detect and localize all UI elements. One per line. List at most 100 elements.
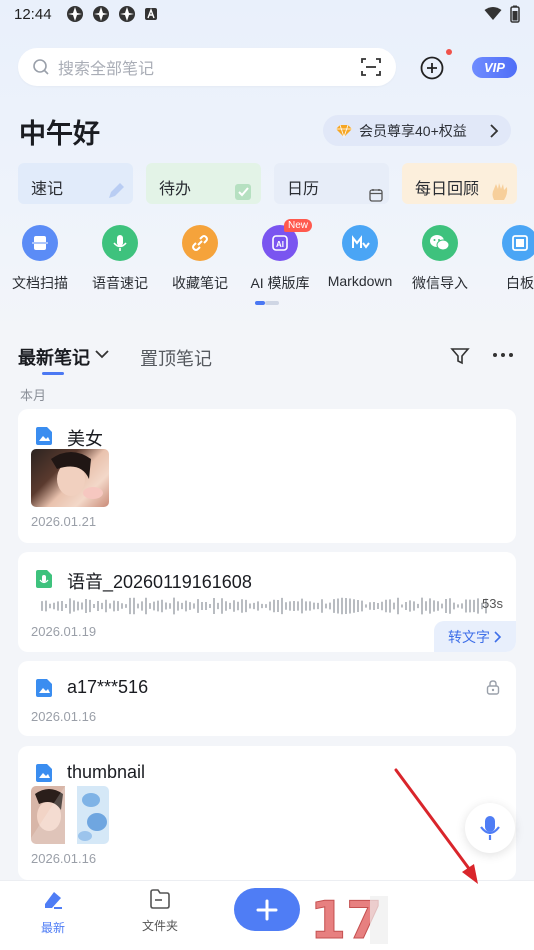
note-date: 2026.01.16 [31,851,97,866]
transcribe-label: 转文字 [448,628,490,645]
check-icon [235,184,251,200]
search-placeholder: 搜索全部笔记 [58,61,155,78]
battery-icon [510,5,520,23]
quick-cards: 速记 待办 日历 每日回顾 [18,163,517,204]
voice-record-button[interactable] [465,803,515,853]
audio-note-icon [36,570,52,588]
tab-pinned-notes[interactable]: 置顶笔记 [140,345,212,371]
search-icon [33,59,49,75]
quick-card-memo[interactable]: 速记 [18,163,133,204]
app-notification-icon [66,6,83,22]
add-circle-icon[interactable] [420,56,444,80]
tool-label: AI 模版库 [250,275,310,291]
notification-dot [446,49,452,55]
quick-card-label: 日历 [287,181,320,198]
markdown-icon [342,225,378,261]
note-date: 2026.01.21 [31,514,97,529]
vip-badge[interactable]: VIP [472,57,517,78]
new-badge: New [284,219,313,232]
note-title: 美女 [67,429,103,449]
system-icons [484,5,520,23]
quick-card-label: 速记 [31,181,64,198]
tool-whiteboard[interactable]: 白板 [480,225,534,293]
note-card[interactable]: a17***516 2026.01.16 [18,661,516,736]
note-thumbnail [31,786,109,844]
note-date: 2026.01.16 [31,709,97,724]
tool-ai-templates[interactable]: AI New AI 模版库 [240,219,320,293]
status-time: 12:44 [14,5,52,23]
note-date: 2026.01.19 [31,624,97,639]
scan-doc-icon [22,225,58,261]
note-card[interactable]: 语音_20260119161608 53s 2026.01.19 转文字 [18,552,516,652]
latest-notes-icon [45,892,62,909]
image-note-icon [36,764,52,782]
nav-label: 文件夹 [141,919,178,933]
tool-markdown[interactable]: Markdown [320,225,400,289]
quick-card-label: 每日回顾 [415,181,480,198]
tool-bookmark[interactable]: 收藏笔记 [160,225,240,293]
hand-icon [492,183,508,200]
status-bar: 12:44 [0,0,534,28]
filter-icon[interactable] [450,346,470,366]
chevron-down-icon[interactable] [95,349,109,359]
plus-icon [256,899,278,920]
scan-icon[interactable] [360,56,382,78]
tools-page-indicator [255,301,279,305]
chevron-right-icon [490,123,499,138]
chevron-right-icon [494,630,502,643]
note-title: 语音_20260119161608 [67,572,252,592]
tool-label: 文档扫描 [12,275,68,291]
audio-duration: 53s [482,596,503,611]
note-title: thumbnail [67,762,146,782]
keyboard-notification-icon [144,8,157,20]
diamond-icon [336,124,352,138]
ai-icon: AI New [262,219,313,261]
note-card[interactable]: 美女 2026.01.21 [18,409,516,543]
link-icon [182,225,218,261]
audio-waveform [41,597,487,615]
search-input[interactable]: 搜索全部笔记 [18,48,396,86]
notification-icons [66,5,158,23]
new-note-button[interactable] [234,888,300,931]
note-thumbnail [31,449,109,507]
lock-icon [486,680,500,695]
note-card[interactable]: thumbnail 2026.01.16 [18,746,516,880]
wechat-icon [422,225,458,261]
quick-card-calendar[interactable]: 日历 [274,163,389,204]
app-notification-icon [118,6,135,22]
quick-card-todo[interactable]: 待办 [146,163,261,204]
mic-icon [480,816,500,840]
month-section-label: 本月 [20,388,47,403]
tool-label: Markdown [327,273,393,289]
tab-indicator [42,372,64,375]
whiteboard-icon [502,225,534,261]
tool-wechat-import[interactable]: 微信导入 [400,225,480,293]
note-title: a17***516 [67,677,149,697]
image-note-icon [36,679,52,697]
svg-text:AI: AI [276,240,284,249]
tool-voice-memo[interactable]: 语音速记 [80,225,160,293]
calendar-icon [369,189,383,202]
watermark-logo: 17 [310,891,388,946]
quick-card-label: 待办 [159,181,192,198]
folder-icon [150,889,170,909]
nav-latest[interactable]: 最新 [23,889,83,936]
more-icon[interactable] [492,352,514,358]
tools-row: 文档扫描 语音速记 收藏笔记 AI New AI 模版库 Markdown 微信… [0,219,534,295]
quick-card-daily-review[interactable]: 每日回顾 [402,163,517,204]
wifi-icon [484,7,502,20]
app-notification-icon [92,6,109,22]
mic-icon [102,225,138,261]
member-promo-button[interactable]: 会员尊享40+权益 [323,115,511,146]
nav-label: 最新 [40,921,65,935]
greeting-title: 中午好 [19,119,100,149]
image-note-icon [36,427,52,445]
tool-label: 白板 [506,275,534,291]
tool-doc-scan[interactable]: 文档扫描 [0,225,80,293]
tool-label: 收藏笔记 [172,275,228,291]
tool-label: 语音速记 [92,275,148,291]
nav-folders[interactable]: 文件夹 [130,889,190,934]
transcribe-button[interactable]: 转文字 [434,621,516,652]
tab-latest-notes[interactable]: 最新笔记 [18,344,90,370]
tool-label: 微信导入 [412,275,468,291]
